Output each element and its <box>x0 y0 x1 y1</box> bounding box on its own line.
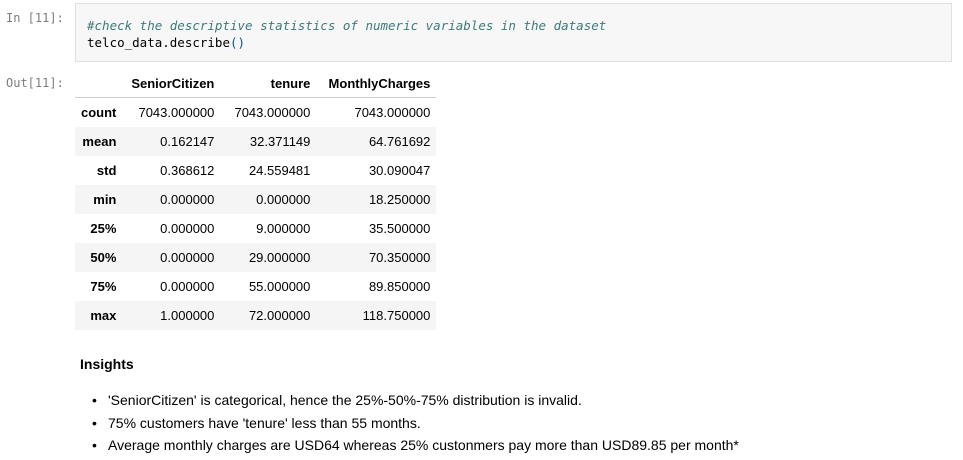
table-cell: 0.000000 <box>160 192 215 207</box>
row-label: 25% <box>90 221 117 236</box>
index-header <box>75 69 123 98</box>
column-header: MonthlyCharges <box>316 69 437 98</box>
table-row: 75% 0.000000 55.000000 89.850000 <box>75 272 436 301</box>
bullet-icon: • <box>92 414 97 431</box>
column-header: tenure <box>220 69 317 98</box>
describe-table: SeniorCitizen tenure MonthlyCharges coun… <box>75 69 437 330</box>
table-cell: 29.000000 <box>248 250 311 265</box>
output-prompt: Out[11]: <box>6 76 64 90</box>
row-label: 75% <box>90 279 117 294</box>
row-label: count <box>81 105 117 120</box>
table-cell: 118.750000 <box>362 308 431 323</box>
table-cell: 24.559481 <box>248 163 311 178</box>
table-cell: 1.000000 <box>160 308 215 323</box>
row-label: 50% <box>90 250 117 265</box>
code-call: telco_data.describe <box>87 35 230 50</box>
list-item: • Average monthly charges are USD64 where… <box>92 437 739 460</box>
table-header-row: SeniorCitizen tenure MonthlyCharges <box>75 69 437 98</box>
input-prompt: In [11]: <box>6 11 64 25</box>
table-cell: 0.000000 <box>160 279 215 294</box>
code-comment: #check the descriptive statistics of num… <box>87 18 607 33</box>
bullet-icon: • <box>92 392 97 408</box>
table-row: mean 0.162147 32.371149 64.761692 <box>75 127 437 156</box>
list-item: • 'SeniorCitizen' is categorical, hence t… <box>92 392 739 415</box>
row-label: min <box>93 192 117 207</box>
table-row: 50% 0.000000 29.000000 70.350000 <box>75 243 437 272</box>
table-row: 25% 0.000000 9.000000 35.500000 <box>75 214 436 243</box>
table-row: max 1.000000 72.000000 118.750000 <box>75 301 437 330</box>
code-parens: () <box>230 35 246 50</box>
code-cell-input[interactable]: #check the descriptive statistics of num… <box>75 3 952 62</box>
table-cell: 55.000000 <box>248 279 311 294</box>
insights-list: • 'SeniorCitizen' is categorical, hence t… <box>92 392 739 460</box>
bullet-icon: • <box>92 437 97 453</box>
table-cell: 0.162147 <box>160 134 215 149</box>
table-cell: 35.500000 <box>368 221 431 236</box>
table-cell: 72.000000 <box>248 308 311 323</box>
table-row: min 0.000000 0.000000 18.250000 <box>75 185 437 214</box>
insight-text: Average monthly charges are USD64 wherea… <box>108 437 739 453</box>
table-cell: 0.368612 <box>160 163 215 178</box>
row-label: mean <box>82 134 117 149</box>
column-header: SeniorCitizen <box>122 69 221 98</box>
list-item: • 75% customers have 'tenure' less than 5… <box>92 414 739 438</box>
table-cell: 32.371149 <box>249 134 311 149</box>
insight-text: 'SeniorCitizen' is categorical, hence th… <box>108 392 582 408</box>
table-row: std 0.368612 24.559481 30.090047 <box>75 156 436 185</box>
table-cell: 7043.000000 <box>234 105 311 120</box>
table-cell: 0.000000 <box>160 250 215 265</box>
table-cell: 89.850000 <box>368 279 431 294</box>
table-cell: 0.000000 <box>256 192 311 207</box>
table-cell: 9.000000 <box>256 221 311 236</box>
table-cell: 64.761692 <box>368 134 431 149</box>
row-label: max <box>90 308 117 323</box>
table-cell: 30.090047 <box>368 163 431 178</box>
row-label: std <box>96 163 117 178</box>
insights-heading: Insights <box>80 356 134 372</box>
table-cell: 0.000000 <box>160 221 215 236</box>
table-cell: 18.250000 <box>368 192 431 207</box>
table-cell: 70.350000 <box>368 250 431 265</box>
table-row: count 7043.000000 7043.000000 7043.00000… <box>75 98 436 128</box>
table-cell: 7043.000000 <box>138 105 215 120</box>
insight-text: 75% customers have 'tenure' less than 55… <box>108 414 421 431</box>
table-cell: 7043.000000 <box>354 105 431 120</box>
